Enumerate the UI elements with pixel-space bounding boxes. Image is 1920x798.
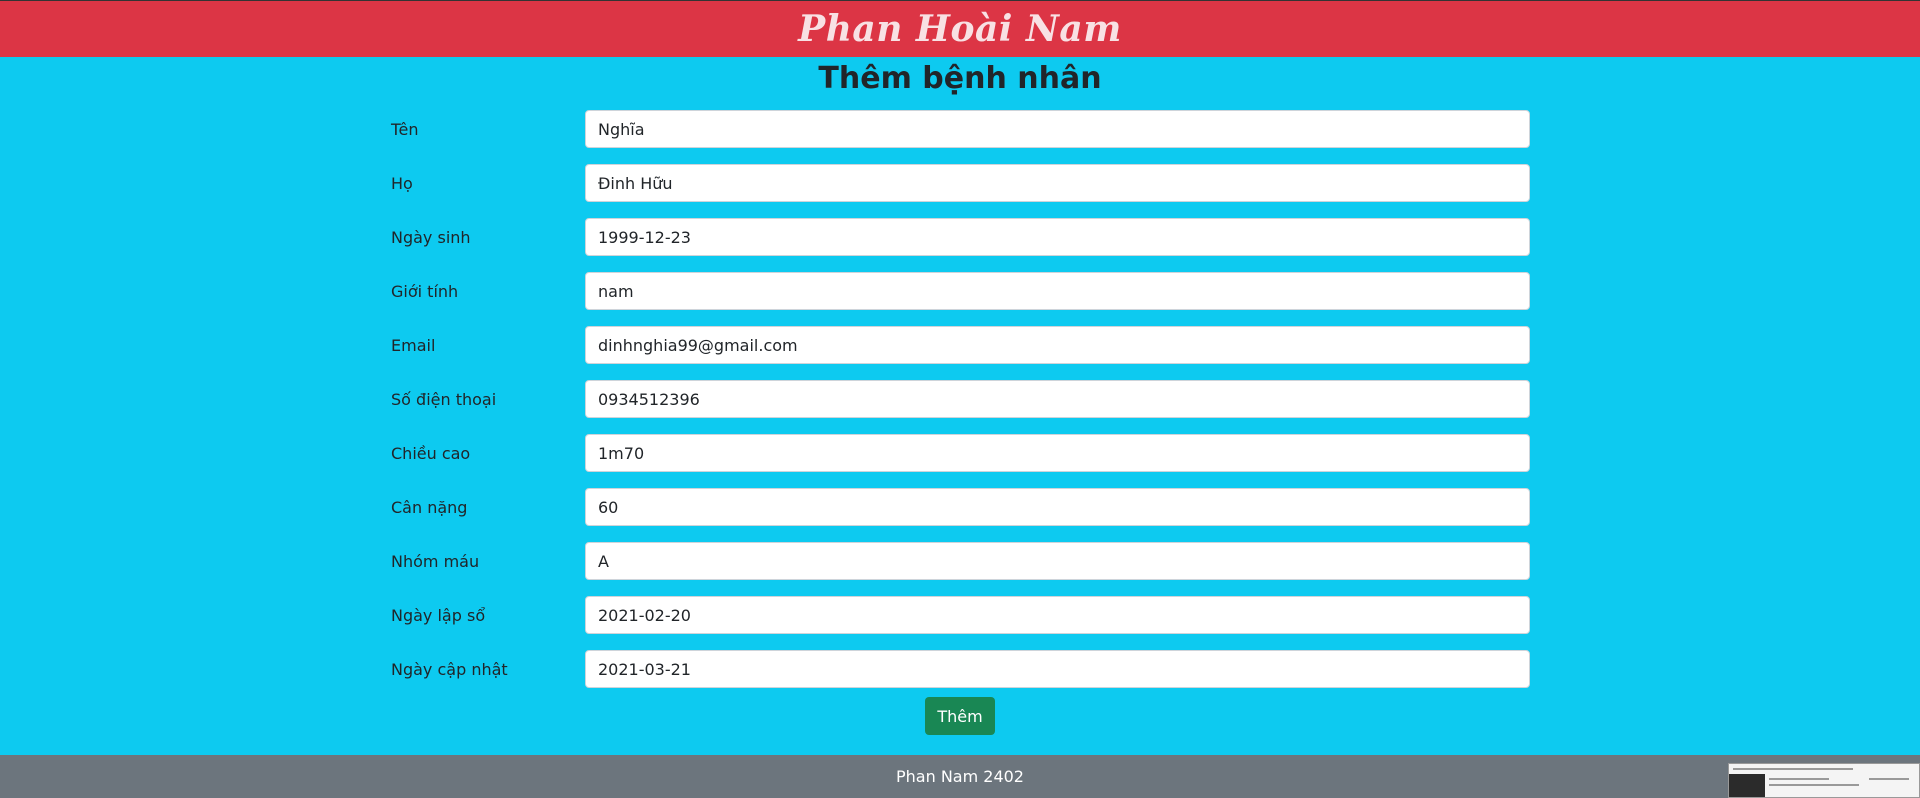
birth-date-input[interactable] [585, 218, 1530, 256]
created-date-label: Ngày lập sổ [391, 605, 486, 625]
weight-label: Cân nặng [391, 497, 468, 517]
blood-type-label: Nhóm máu [391, 551, 480, 571]
gender-input[interactable] [585, 272, 1530, 310]
weight-row: Cân nặng [385, 480, 1530, 534]
updated-date-input[interactable] [585, 650, 1530, 688]
site-header: Phan Hoài Nam [0, 0, 1920, 57]
height-input[interactable] [585, 434, 1530, 472]
first-name-label: Tên [391, 119, 419, 139]
gender-row: Giới tính [385, 264, 1530, 318]
email-label: Email [391, 335, 436, 355]
phone-row: Số điện thoại [385, 372, 1530, 426]
blood-type-input[interactable] [585, 542, 1530, 580]
email-input[interactable] [585, 326, 1530, 364]
updated-date-label: Ngày cập nhật [391, 659, 508, 679]
first-name-input[interactable] [585, 110, 1530, 148]
updated-date-row: Ngày cập nhật [385, 642, 1530, 696]
height-row: Chiều cao [385, 426, 1530, 480]
weight-input[interactable] [585, 488, 1530, 526]
site-title: Phan Hoài Nam [798, 8, 1122, 50]
first-name-row: Tên [385, 102, 1530, 156]
blood-type-row: Nhóm máu [385, 534, 1530, 588]
screenshot-thumbnail[interactable] [1728, 763, 1920, 798]
page-title: Thêm bệnh nhân [818, 60, 1102, 96]
gender-label: Giới tính [391, 281, 459, 301]
submit-row: Thêm [0, 697, 1920, 735]
last-name-row: Họ [385, 156, 1530, 210]
birth-date-label: Ngày sinh [391, 227, 471, 247]
thumbnail-dark-panel [1729, 774, 1765, 797]
last-name-input[interactable] [585, 164, 1530, 202]
created-date-row: Ngày lập sổ [385, 588, 1530, 642]
email-row: Email [385, 318, 1530, 372]
last-name-label: Họ [391, 173, 413, 193]
site-footer: Phan Nam 2402 [0, 755, 1920, 798]
created-date-input[interactable] [585, 596, 1530, 634]
phone-input[interactable] [585, 380, 1530, 418]
birth-date-row: Ngày sinh [385, 210, 1530, 264]
add-button[interactable]: Thêm [925, 697, 995, 735]
footer-text: Phan Nam 2402 [896, 767, 1024, 786]
add-patient-form: Tên Họ Ngày sinh Giới tính Email Số điện… [385, 102, 1530, 696]
height-label: Chiều cao [391, 443, 471, 463]
phone-label: Số điện thoại [391, 389, 497, 409]
